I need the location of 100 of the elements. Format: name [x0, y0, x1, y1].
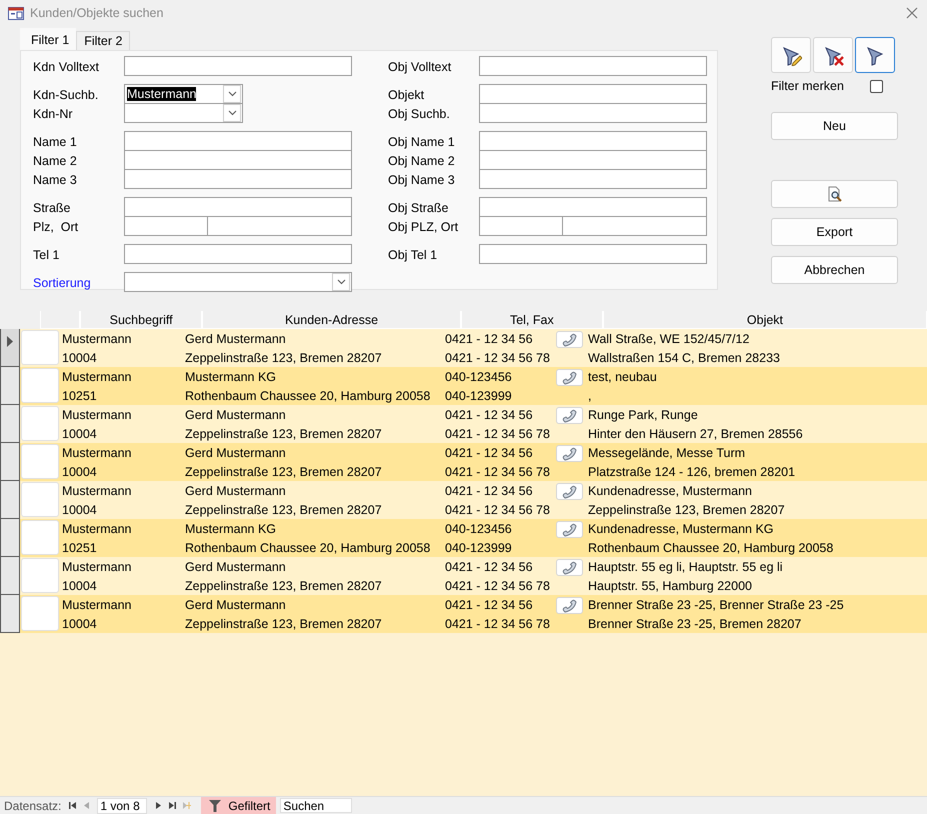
- call-button[interactable]: [556, 445, 583, 462]
- call-button[interactable]: [556, 407, 583, 424]
- record-selector[interactable]: [0, 519, 20, 557]
- input-field[interactable]: [124, 56, 352, 76]
- table-cell-text: 10004: [62, 578, 98, 594]
- funnel-pencil-icon: [780, 44, 802, 66]
- table-row[interactable]: Mustermann 10004 Gerd Mustermann Zeppelinstraße 123, Bremen 28207 0421 - 12 34 56 0421 - 12 34 56 78 Brenner Straße 23 -25, Brenner Straße 23 -25 Brenner Straße 23 -25, Bremen 28207: [0, 595, 927, 633]
- filter-toggle[interactable]: Gefiltert: [201, 797, 276, 814]
- input-field[interactable]: [479, 131, 707, 151]
- current-record-icon: [7, 336, 13, 347]
- table-cell-text: Mustermann: [62, 596, 132, 614]
- column-header[interactable]: Kunden-Adresse: [202, 311, 461, 329]
- input-field[interactable]: [479, 197, 707, 217]
- checkbox[interactable]: [870, 80, 883, 92]
- combo-box[interactable]: [124, 272, 352, 292]
- combo-box[interactable]: [124, 103, 243, 123]
- record-selector[interactable]: [0, 557, 20, 595]
- filter-button[interactable]: [855, 37, 895, 73]
- table-cell-text: Zeppelinstraße 123, Bremen 28207: [185, 426, 383, 442]
- record-selector[interactable]: [0, 405, 20, 443]
- input-field[interactable]: [208, 216, 352, 236]
- close-button[interactable]: [905, 6, 919, 20]
- combo-box[interactable]: Mustermann: [124, 84, 243, 104]
- call-button[interactable]: [556, 521, 583, 538]
- table-cell-text: Brenner Straße 23 -25, Brenner Straße 23 -25: [588, 596, 845, 614]
- input-field[interactable]: [479, 169, 707, 189]
- table-cell-text: Gerd Mustermann: [185, 330, 287, 348]
- table-cell-text: 040-123999: [445, 388, 513, 404]
- call-button[interactable]: [556, 559, 583, 576]
- record-selector[interactable]: [0, 595, 20, 633]
- preview-button[interactable]: [771, 180, 898, 208]
- phone-icon: [560, 522, 578, 538]
- table-cell-text: Wallstraßen 154 C, Bremen 28233: [588, 350, 781, 366]
- tab[interactable]: Filter 2: [76, 31, 130, 50]
- table-cell-text: Brenner Straße 23 -25, Bremen 28207: [588, 616, 802, 632]
- phone-icon: [560, 446, 578, 462]
- table-cell-text: 0421 - 12 34 56: [445, 482, 534, 500]
- search-field[interactable]: Suchen: [280, 798, 352, 813]
- phone-icon: [560, 484, 578, 500]
- table-cell-text: Messegelände, Messe Turm: [588, 444, 746, 462]
- funnel-cross-icon: [822, 44, 844, 66]
- field-value: Mustermann: [127, 87, 196, 101]
- field-label: Straße: [33, 200, 72, 214]
- table-cell-text: 040-123999: [445, 540, 513, 556]
- column-header[interactable]: Tel, Fax: [460, 311, 603, 329]
- record-position-field[interactable]: 1 von 8: [97, 798, 148, 814]
- table-cell-text: Hauptstr. 55, Hamburg 22000: [588, 578, 753, 594]
- table-row[interactable]: Mustermann 10004 Gerd Mustermann Zeppelinstraße 123, Bremen 28207 0421 - 12 34 56 0421 - 12 34 56 78 Messegelände, Messe Turm Platzstraße 124 - 126, bremen 28201: [0, 443, 927, 481]
- sort-link[interactable]: Sortierung: [33, 276, 124, 290]
- table-cell-text: 10251: [62, 540, 98, 556]
- record-selector[interactable]: [0, 443, 20, 481]
- action-button[interactable]: Neu: [771, 112, 898, 140]
- input-field[interactable]: [479, 244, 707, 264]
- table-row[interactable]: Mustermann 10004 Gerd Mustermann Zeppelinstraße 123, Bremen 28207 0421 - 12 34 56 0421 - 12 34 56 78 Runge Park, Runge Hinter den Häusern 27, Bremen 28556: [0, 405, 927, 443]
- input-field[interactable]: [479, 216, 563, 236]
- input-field[interactable]: [124, 150, 352, 170]
- chevron-down-icon: [228, 110, 236, 116]
- field-label: Plz, Ort: [33, 220, 80, 234]
- input-field[interactable]: [479, 84, 707, 104]
- table-row[interactable]: Mustermann 10251 Mustermann KG Rothenbaum Chaussee 20, Hamburg 20058 040-123456 040-123999 test, neubau ,: [0, 367, 927, 405]
- table-cell-text: Hauptstr. 55 eg li, Hauptstr. 55 eg li: [588, 558, 784, 576]
- input-field[interactable]: [479, 150, 707, 170]
- table-cell-text: Mustermann: [62, 558, 132, 576]
- input-field[interactable]: [124, 216, 208, 236]
- table-cell-text: 0421 - 12 34 56 78: [445, 616, 551, 632]
- table-row[interactable]: Mustermann 10004 Gerd Mustermann Zeppelinstraße 123, Bremen 28207 0421 - 12 34 56 0421 - 12 34 56 78 Hauptstr. 55 eg li, Hauptstr. 55 eg li Hauptstr. 55, Hamburg 22000: [0, 557, 927, 595]
- record-selector[interactable]: [0, 367, 20, 405]
- call-button[interactable]: [556, 483, 583, 500]
- call-button[interactable]: [556, 331, 583, 348]
- call-button[interactable]: [556, 597, 583, 614]
- table-cell-text: Wall Straße, WE 152/45/7/12: [588, 330, 750, 348]
- input-field[interactable]: [124, 244, 352, 264]
- tab[interactable]: Filter 1: [20, 28, 76, 50]
- record-selector[interactable]: [0, 481, 20, 519]
- phone-icon: [560, 332, 578, 348]
- table-row[interactable]: Mustermann 10004 Gerd Mustermann Zeppelinstraße 123, Bremen 28207 0421 - 12 34 56 0421 - 12 34 56 78 Kundenadresse, Mustermann Zeppelinstraße 123, Bremen 28207: [0, 481, 927, 519]
- action-button[interactable]: Export: [771, 218, 898, 246]
- call-button[interactable]: [556, 369, 583, 386]
- table-cell-text: Gerd Mustermann: [185, 482, 287, 500]
- column-header[interactable]: Objekt: [602, 311, 927, 329]
- input-field[interactable]: [124, 197, 352, 217]
- table-cell-text: Zeppelinstraße 123, Bremen 28207: [185, 616, 383, 632]
- field-label: Obj Suchb.: [388, 106, 451, 120]
- table-cell-text: Rothenbaum Chaussee 20, Hamburg 20058: [185, 388, 432, 404]
- input-field[interactable]: [563, 216, 707, 236]
- input-field[interactable]: [479, 56, 707, 76]
- phone-icon: [560, 560, 578, 576]
- table-cell-text: test, neubau: [588, 368, 658, 386]
- input-field[interactable]: [124, 131, 352, 151]
- window-title: Kunden/Objekte suchen: [30, 6, 164, 20]
- record-selector[interactable]: [0, 329, 20, 367]
- table-cell-text: 0421 - 12 34 56 78: [445, 350, 551, 366]
- phone-icon: [560, 370, 578, 386]
- input-field[interactable]: [479, 103, 707, 123]
- input-field[interactable]: [124, 169, 352, 189]
- table-row[interactable]: Mustermann 10251 Mustermann KG Rothenbaum Chaussee 20, Hamburg 20058 040-123456 040-123999 Kundenadresse, Mustermann KG Rothenbaum Chaussee 20, Hamburg 20058: [0, 519, 927, 557]
- column-header[interactable]: Suchbegriff: [80, 311, 202, 329]
- previous-record-icon: [82, 801, 91, 810]
- field-label: Kdn-Nr: [33, 106, 74, 120]
- action-button[interactable]: Abbrechen: [771, 256, 898, 284]
